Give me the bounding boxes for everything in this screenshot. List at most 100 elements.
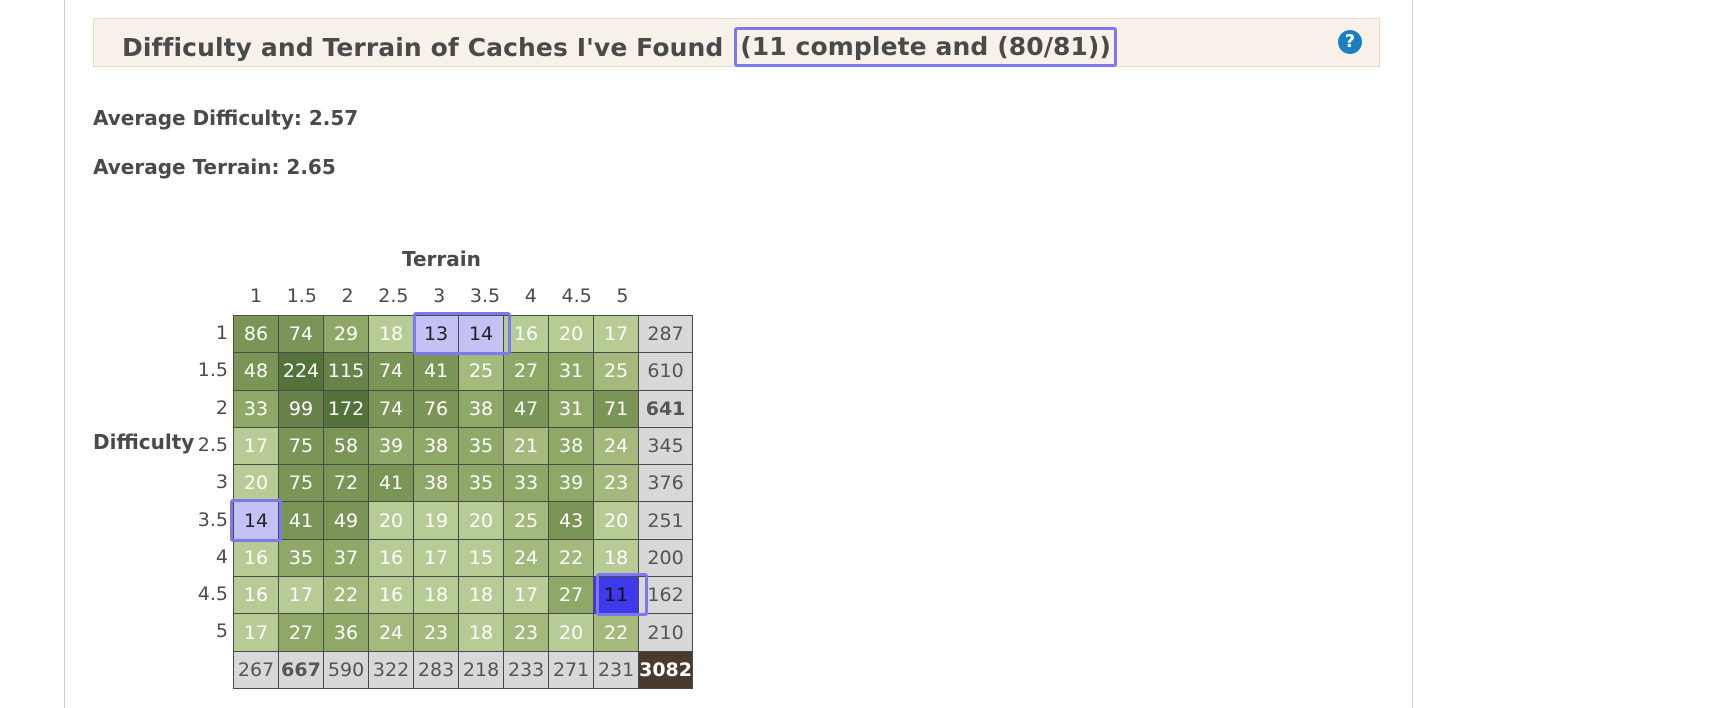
dt-cell[interactable]: 74 xyxy=(279,316,324,353)
dt-cell[interactable]: 37 xyxy=(324,539,369,577)
column-total: 267 xyxy=(234,651,278,688)
dt-cell[interactable]: 33 xyxy=(504,465,549,502)
dt-cell[interactable]: 43 xyxy=(549,502,594,539)
dt-cell[interactable]: 31 xyxy=(549,353,594,390)
dt-cell[interactable]: 99 xyxy=(279,390,324,427)
dt-cell[interactable]: 115 xyxy=(324,353,369,390)
dt-cell[interactable]: 24 xyxy=(594,427,639,465)
dt-cell[interactable]: 75 xyxy=(279,427,324,465)
dt-cell[interactable]: 35 xyxy=(279,539,324,577)
dt-cell[interactable]: 33 xyxy=(234,390,278,427)
dt-cell[interactable]: 74 xyxy=(369,353,414,390)
dt-cell[interactable]: 27 xyxy=(279,614,324,651)
dt-cell[interactable]: 38 xyxy=(549,427,594,465)
dt-cell[interactable]: 86 xyxy=(234,316,278,353)
dt-cell[interactable]: 36 xyxy=(324,614,369,651)
dt-cell[interactable]: 71 xyxy=(594,390,639,427)
dt-cell[interactable]: 41 xyxy=(279,502,324,539)
dt-cell[interactable]: 18 xyxy=(594,539,639,577)
dt-cell[interactable]: 41 xyxy=(414,353,459,390)
dt-cell[interactable]: 172 xyxy=(324,390,369,427)
dt-cell[interactable]: 17 xyxy=(234,427,278,465)
dt-cell[interactable]: 18 xyxy=(459,577,504,614)
terrain-header: 1.5 xyxy=(286,285,317,307)
dt-cell[interactable]: 25 xyxy=(504,502,549,539)
dt-cell[interactable]: 17 xyxy=(594,316,639,353)
dt-cell[interactable]: 20 xyxy=(369,502,414,539)
average-difficulty: Average Difficulty: 2.57 xyxy=(93,106,359,130)
dt-cell[interactable]: 20 xyxy=(594,502,639,539)
dt-cell[interactable]: 15 xyxy=(459,539,504,577)
dt-cell[interactable]: 20 xyxy=(459,502,504,539)
dt-cell[interactable]: 17 xyxy=(504,577,549,614)
column-total: 590 xyxy=(324,651,369,688)
difficulty-header: 4 xyxy=(215,545,228,568)
dt-cell[interactable]: 20 xyxy=(234,465,278,502)
dt-cell[interactable]: 14 xyxy=(459,316,504,353)
dt-cell[interactable]: 18 xyxy=(414,577,459,614)
dt-cell[interactable]: 27 xyxy=(549,577,594,614)
dt-cell[interactable]: 23 xyxy=(414,614,459,651)
dt-cell[interactable]: 35 xyxy=(459,427,504,465)
section-header: Difficulty and Terrain of Caches I've Fo… xyxy=(93,18,1380,67)
dt-cell[interactable]: 16 xyxy=(369,539,414,577)
difficulty-header: 4.5 xyxy=(197,583,228,606)
dt-cell[interactable]: 16 xyxy=(234,577,278,614)
dt-cell[interactable]: 23 xyxy=(504,614,549,651)
row-total: 200 xyxy=(639,539,692,577)
dt-grid: 86 74 29 18 13 14 16 20 17 287 48 224 115 74 41 25 27 31 2… xyxy=(233,315,693,689)
difficulty-header: 5 xyxy=(215,620,228,643)
dt-cell[interactable]: 47 xyxy=(504,390,549,427)
dt-cell[interactable]: 22 xyxy=(324,577,369,614)
dt-cell[interactable]: 17 xyxy=(414,539,459,577)
dt-cell[interactable]: 75 xyxy=(279,465,324,502)
dt-cell[interactable]: 224 xyxy=(279,353,324,390)
dt-cell[interactable]: 23 xyxy=(594,465,639,502)
row-total: 162 xyxy=(639,577,692,614)
dt-cell[interactable]: 17 xyxy=(234,614,278,651)
dt-cell[interactable]: 16 xyxy=(369,577,414,614)
row-total: 641 xyxy=(639,390,692,427)
dt-cell[interactable]: 39 xyxy=(369,427,414,465)
dt-cell[interactable]: 25 xyxy=(459,353,504,390)
dt-cell[interactable]: 39 xyxy=(549,465,594,502)
dt-cell[interactable]: 74 xyxy=(369,390,414,427)
terrain-header: 2 xyxy=(341,285,354,307)
dt-cell[interactable]: 21 xyxy=(504,427,549,465)
row-total: 210 xyxy=(639,614,692,651)
dt-cell[interactable]: 16 xyxy=(234,539,278,577)
dt-cell[interactable]: 25 xyxy=(594,353,639,390)
dt-cell[interactable]: 13 xyxy=(414,316,459,353)
difficulty-header: 1 xyxy=(215,322,228,344)
dt-cell[interactable]: 38 xyxy=(414,465,459,502)
dt-cell[interactable]: 20 xyxy=(549,614,594,651)
dt-cell[interactable]: 48 xyxy=(234,353,278,390)
difficulty-header: 2 xyxy=(215,396,228,419)
dt-cell[interactable]: 24 xyxy=(504,539,549,577)
dt-cell[interactable]: 29 xyxy=(324,316,369,353)
dt-cell[interactable]: 31 xyxy=(549,390,594,427)
dt-cell[interactable]: 22 xyxy=(594,614,639,651)
dt-cell[interactable]: 24 xyxy=(369,614,414,651)
dt-cell[interactable]: 22 xyxy=(549,539,594,577)
dt-cell[interactable]: 14 xyxy=(234,502,278,539)
dt-cell[interactable]: 11 xyxy=(594,577,639,614)
dt-cell[interactable]: 58 xyxy=(324,427,369,465)
dt-cell[interactable]: 76 xyxy=(414,390,459,427)
dt-cell[interactable]: 20 xyxy=(549,316,594,353)
difficulty-header: 2.5 xyxy=(197,433,228,456)
dt-cell[interactable]: 38 xyxy=(414,427,459,465)
dt-cell[interactable]: 18 xyxy=(369,316,414,353)
dt-cell[interactable]: 18 xyxy=(459,614,504,651)
dt-cell[interactable]: 41 xyxy=(369,465,414,502)
question-circle-icon[interactable]: ? xyxy=(1338,30,1362,54)
dt-cell[interactable]: 72 xyxy=(324,465,369,502)
column-total: 322 xyxy=(369,651,414,688)
dt-cell[interactable]: 16 xyxy=(504,316,549,353)
dt-cell[interactable]: 17 xyxy=(279,577,324,614)
dt-cell[interactable]: 49 xyxy=(324,502,369,539)
dt-cell[interactable]: 19 xyxy=(414,502,459,539)
dt-cell[interactable]: 38 xyxy=(459,390,504,427)
dt-cell[interactable]: 35 xyxy=(459,465,504,502)
dt-cell[interactable]: 27 xyxy=(504,353,549,390)
